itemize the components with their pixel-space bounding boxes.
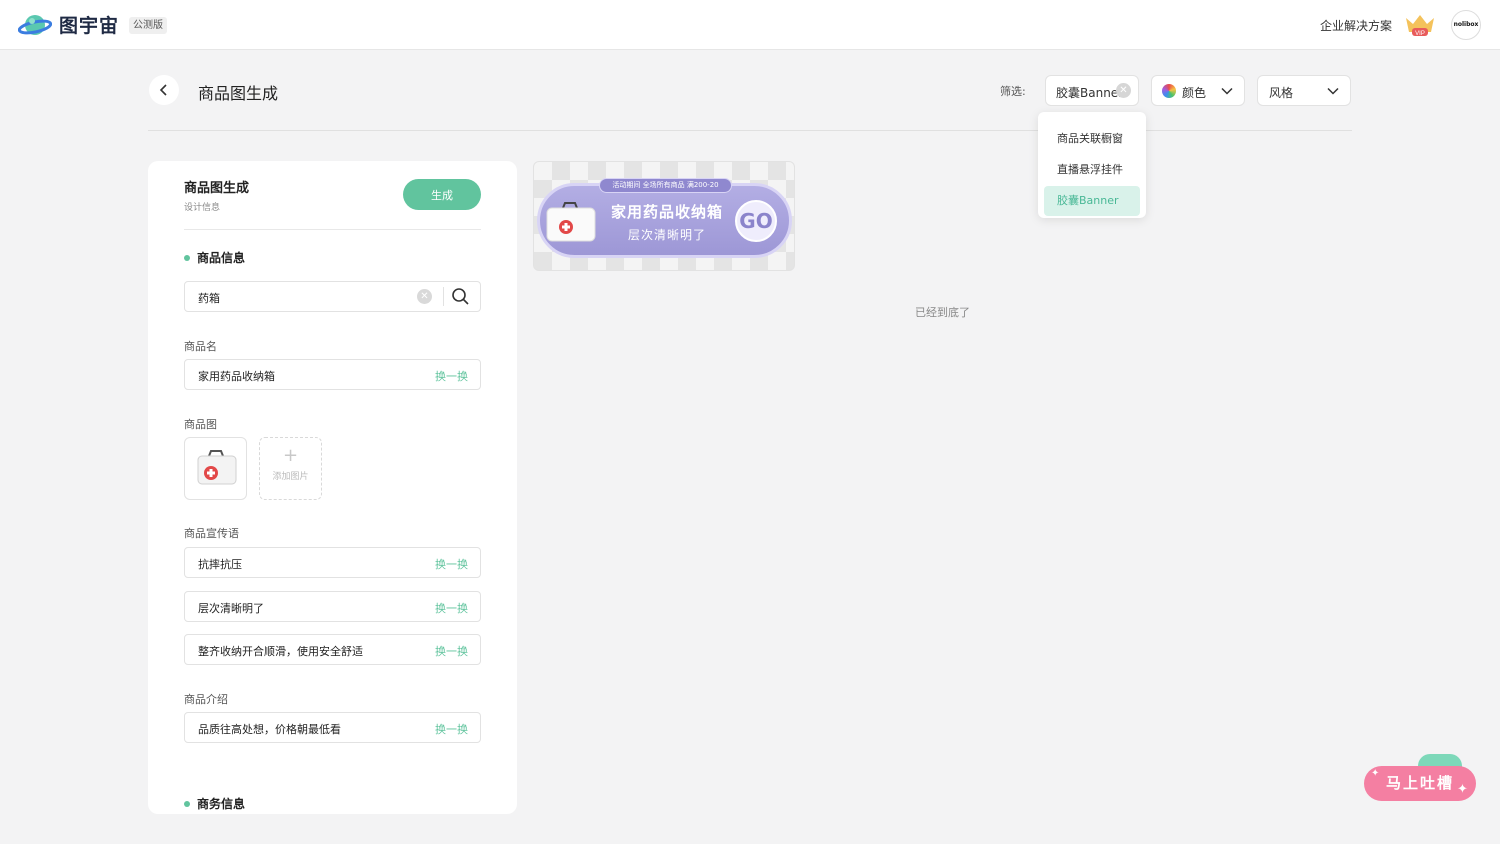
panel-title: 商品图生成 — [184, 181, 250, 196]
logo-text[interactable]: 图宇宙 — [59, 11, 119, 38]
chevron-down-icon — [1221, 87, 1233, 95]
dropdown-item-live-widget[interactable]: 直播悬浮挂件 — [1044, 155, 1140, 185]
intro-label: 商品介绍 — [184, 693, 228, 706]
product-image-thumbnail[interactable] — [184, 437, 247, 500]
style-filter-select[interactable]: 风格 — [1257, 75, 1351, 106]
color-wheel-icon — [1162, 84, 1176, 98]
sparkle-icon: ✦ — [1371, 768, 1380, 779]
type-filter-select[interactable]: 胶囊Banner ✕ — [1045, 75, 1139, 106]
clear-icon[interactable]: ✕ — [417, 289, 432, 304]
section-dot-icon — [184, 800, 190, 807]
search-icon[interactable] — [451, 287, 470, 306]
medicine-box-icon — [546, 202, 596, 242]
product-name-label: 商品名 — [184, 340, 217, 353]
planet-logo-icon[interactable] — [18, 11, 52, 39]
slogan-label: 商品宣传语 — [184, 527, 239, 540]
user-avatar[interactable]: nolibox — [1451, 10, 1481, 40]
type-filter-value: 胶囊Banner — [1056, 86, 1124, 100]
swap-button[interactable]: 换一换 — [435, 368, 468, 384]
product-form-panel: 商品图生成 设计信息 生成 商品信息 药箱 ✕ 商品名 家用药品收纳箱 换一换 … — [148, 161, 517, 814]
promo-tag: 活动期间 全场所有商品 满200-20 — [599, 178, 732, 193]
search-value: 药箱 — [198, 292, 220, 305]
product-name-field[interactable]: 家用药品收纳箱 换一换 — [184, 359, 481, 390]
business-info-heading: 商务信息 — [184, 795, 245, 812]
back-button[interactable] — [149, 75, 179, 105]
slogan-value: 整齐收纳开合顺滑，使用安全舒适 — [198, 645, 363, 658]
panel-divider — [184, 229, 481, 230]
slogan-value: 层次清晰明了 — [198, 602, 264, 615]
color-filter-select[interactable]: 颜色 — [1151, 75, 1245, 106]
filter-label: 筛选: — [1000, 85, 1026, 98]
add-image-label: 添加图片 — [272, 472, 309, 482]
plus-icon: + — [282, 445, 299, 466]
go-button: GO — [735, 200, 777, 242]
generate-button[interactable]: 生成 — [403, 179, 481, 210]
header-divider — [148, 130, 1352, 131]
banner-subtitle: 层次清晰明了 — [628, 228, 707, 242]
color-filter-label: 颜色 — [1182, 86, 1207, 100]
enterprise-solutions-link[interactable]: 企业解决方案 — [1320, 17, 1392, 34]
slogan-field-3[interactable]: 整齐收纳开合顺滑，使用安全舒适 换一换 — [184, 634, 481, 665]
product-search-input[interactable]: 药箱 ✕ — [184, 281, 481, 312]
page-title: 商品图生成 — [198, 84, 279, 103]
vip-label: VIP — [1415, 31, 1425, 37]
add-image-button[interactable]: + 添加图片 — [259, 437, 322, 500]
intro-value: 品质往高处想，价格朝最低看 — [198, 723, 341, 736]
product-info-heading: 商品信息 — [184, 249, 245, 266]
section-dot-icon — [184, 254, 190, 261]
swap-button[interactable]: 换一换 — [435, 556, 468, 572]
top-bar: 图宇宙 公测版 企业解决方案 VIP nolibox — [0, 0, 1500, 50]
swap-button[interactable]: 换一换 — [435, 600, 468, 616]
style-filter-label: 风格 — [1269, 86, 1294, 100]
intro-field[interactable]: 品质往高处想，价格朝最低看 换一换 — [184, 712, 481, 743]
slogan-field-2[interactable]: 层次清晰明了 换一换 — [184, 591, 481, 622]
clear-icon[interactable]: ✕ — [1116, 83, 1131, 98]
dropdown-item-capsule-banner[interactable]: 胶囊Banner — [1044, 186, 1140, 216]
slogan-field-1[interactable]: 抗摔抗压 换一换 — [184, 547, 481, 578]
product-name-value: 家用药品收纳箱 — [198, 370, 275, 383]
panel-subtitle: 设计信息 — [184, 203, 221, 213]
product-image-label: 商品图 — [184, 418, 217, 431]
swap-button[interactable]: 换一换 — [435, 721, 468, 737]
search-separator — [443, 287, 444, 306]
sparkle-icon: ✦ — [1457, 782, 1468, 797]
chevron-left-icon — [159, 84, 167, 96]
banner-title: 家用药品收纳箱 — [611, 203, 724, 221]
vip-crown-icon[interactable]: VIP — [1403, 12, 1437, 38]
beta-badge: 公测版 — [129, 17, 167, 34]
medicine-box-icon — [197, 450, 237, 485]
chevron-down-icon — [1327, 87, 1339, 95]
swap-button[interactable]: 换一换 — [435, 643, 468, 659]
dropdown-item-product-window[interactable]: 商品关联橱窗 — [1044, 124, 1140, 154]
type-filter-dropdown: 商品关联橱窗 直播悬浮挂件 胶囊Banner — [1038, 112, 1146, 218]
end-of-list-text: 已经到底了 — [915, 306, 970, 319]
slogan-value: 抗摔抗压 — [198, 558, 242, 571]
